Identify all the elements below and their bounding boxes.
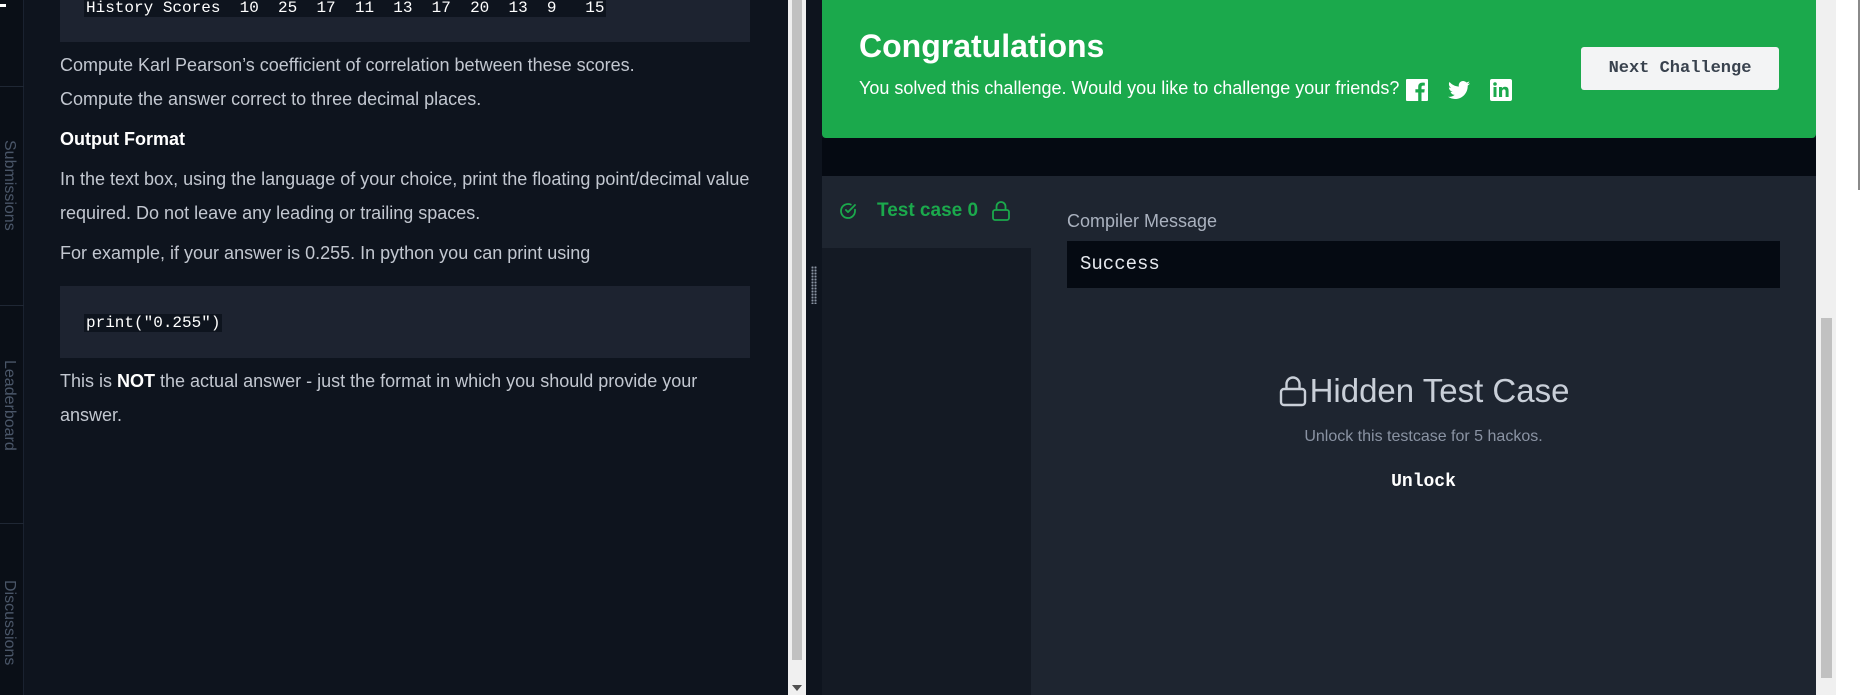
facebook-icon[interactable] (1405, 78, 1429, 102)
drag-handle-icon[interactable] (811, 266, 817, 304)
tab-discussions[interactable]: Discussions (0, 580, 18, 695)
note-text: the actual answer - just the format in w… (60, 371, 698, 425)
testcase-tab-0[interactable]: Test case 0 (822, 176, 1031, 248)
note-text: This is (60, 371, 118, 391)
problem-text: For example, if your answer is 0.255. In… (60, 243, 591, 263)
hidden-title-text: Hidden Test Case (1309, 372, 1570, 409)
linkedin-icon[interactable] (1489, 78, 1513, 102)
scrollbar-thumb[interactable] (792, 0, 802, 660)
problem-scrollbar[interactable] (788, 0, 806, 695)
scroll-down-arrow-icon[interactable] (792, 685, 802, 691)
test-results-panel: Test case 0 Compiler Message Success Hid… (822, 176, 1816, 695)
window-edge (1836, 0, 1864, 695)
unlock-button[interactable]: Unlock (1391, 472, 1456, 492)
congrats-subtitle: You solved this challenge. Would you lik… (859, 78, 1400, 98)
problem-note: This is NOT the actual answer - just the… (60, 364, 760, 432)
example-code: print("0.255") (84, 314, 223, 332)
side-tab-rail: Submissions Leaderboard Discussions (0, 0, 24, 695)
congrats-banner: Congratulations You solved this challeng… (822, 0, 1816, 138)
lock-icon (992, 201, 1010, 221)
tab-leaderboard[interactable]: Leaderboard (0, 360, 18, 470)
lock-icon (1279, 376, 1306, 407)
note-emphasis: NOT (117, 371, 156, 391)
problem-text: Compute the answer correct to three deci… (60, 89, 482, 109)
pane-splitter[interactable] (806, 0, 822, 695)
output-format-heading: Output Format (60, 129, 185, 149)
testcase-list: Test case 0 (822, 176, 1031, 695)
hidden-testcase-title: Hidden Test Case (1278, 372, 1570, 410)
problem-text: In the text box, using the language of y… (60, 169, 750, 223)
example-code-block: print("0.255") (60, 286, 750, 358)
testcase-detail: Compiler Message Success Hidden Test Cas… (1031, 176, 1816, 695)
hidden-testcase-cost: Unlock this testcase for 5 hackos. (1304, 428, 1543, 445)
rail-divider (0, 305, 24, 306)
scrollbar-thumb[interactable] (1821, 318, 1832, 678)
page-scrollbar[interactable] (1816, 0, 1836, 695)
rail-divider (0, 86, 24, 87)
results-pane: Congratulations You solved this challeng… (822, 0, 1816, 695)
problem-text: Compute Karl Pearson’s coefficient of co… (60, 55, 635, 75)
compiler-message-label: Compiler Message (1067, 211, 1218, 231)
edge-line (1858, 0, 1860, 190)
hidden-testcase-notice: Hidden Test Case Unlock this testcase fo… (1031, 372, 1816, 492)
rail-marker (0, 4, 6, 7)
compiler-message-output: Success (1067, 241, 1780, 288)
divider-strip (822, 138, 1816, 176)
problem-pane: History Scores 10 25 17 11 13 17 20 13 9… (24, 0, 788, 695)
rail-divider (0, 523, 24, 524)
check-circle-icon (840, 203, 856, 219)
tab-submissions[interactable]: Submissions (0, 140, 18, 250)
next-challenge-button[interactable]: Next Challenge (1581, 47, 1779, 90)
twitter-icon[interactable] (1447, 78, 1471, 102)
congrats-title: Congratulations (859, 28, 1105, 64)
scores-code-line: History Scores 10 25 17 11 13 17 20 13 9… (84, 0, 607, 17)
app-root: Submissions Leaderboard Discussions Hist… (0, 0, 1864, 695)
testcase-label: Test case 0 (877, 200, 979, 221)
scores-code-block: History Scores 10 25 17 11 13 17 20 13 9… (60, 0, 750, 42)
